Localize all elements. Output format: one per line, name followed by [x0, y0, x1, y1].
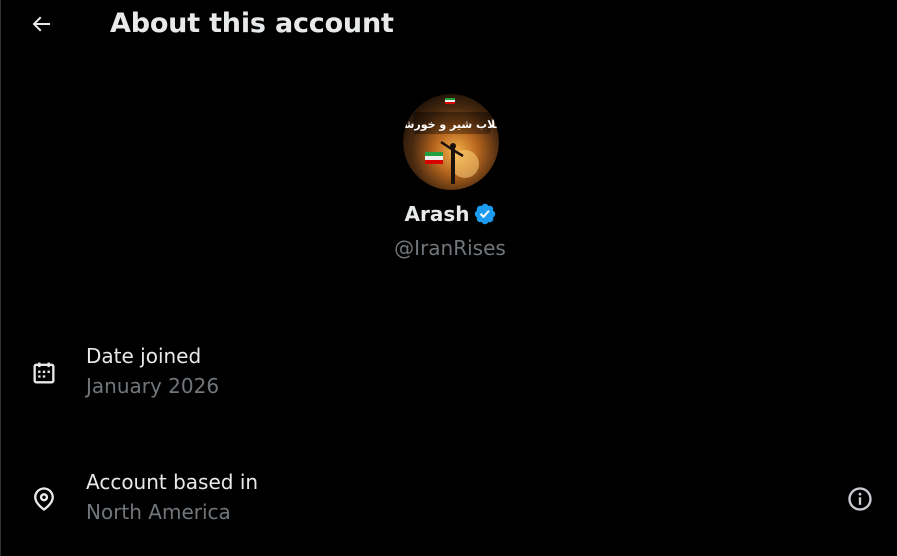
back-button[interactable]	[25, 8, 57, 40]
name-row: Arash	[1, 202, 897, 226]
info-button[interactable]	[845, 484, 875, 514]
date-joined-value: January 2026	[86, 374, 220, 398]
arrow-left-icon	[29, 12, 53, 36]
verified-badge-icon[interactable]	[473, 202, 497, 226]
date-joined-label: Date joined	[86, 344, 202, 368]
detail-row-account-location: Account based in North America	[1, 470, 897, 536]
location-pin-icon	[29, 484, 59, 514]
about-account-page: About this account لاب شیر و خورش Arash …	[0, 0, 897, 556]
info-icon	[846, 485, 874, 513]
account-based-in-label: Account based in	[86, 470, 259, 494]
avatar[interactable]: انقلاب شیر و خورشید	[403, 94, 499, 190]
page-header: About this account	[1, 0, 897, 50]
account-based-in-value: North America	[86, 500, 231, 524]
avatar-calligraphy: انقلاب شیر و خورشید	[403, 118, 499, 131]
display-name: Arash	[404, 202, 470, 226]
page-title: About this account	[110, 8, 394, 39]
detail-row-date-joined: Date joined January 2026	[1, 344, 897, 410]
account-handle: @IranRises	[394, 236, 506, 260]
calendar-icon	[29, 358, 59, 388]
